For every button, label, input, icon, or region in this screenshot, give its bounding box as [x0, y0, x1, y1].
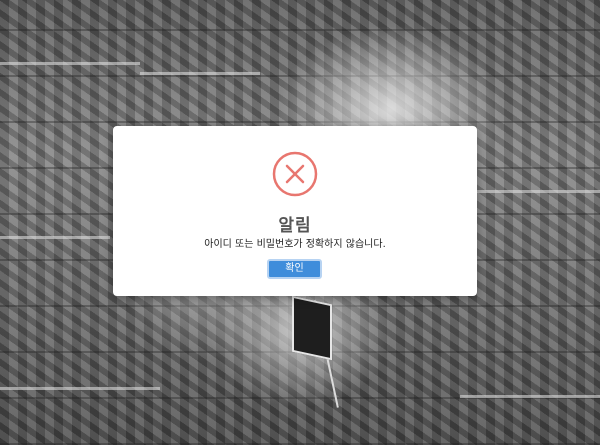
- alert-dialog: 알림 아이디 또는 비밀번호가 정확하지 않습니다. 확인: [113, 126, 477, 296]
- dialog-title: 알림: [278, 216, 312, 236]
- error-x-circle-icon: [272, 151, 318, 197]
- supporter-flag: [292, 295, 332, 361]
- login-page: 알림 아이디 또는 비밀번호가 정확하지 않습니다. 확인: [0, 0, 600, 445]
- confirm-button[interactable]: 확인: [267, 259, 322, 279]
- dialog-message: 아이디 또는 비밀번호가 정확하지 않습니다.: [204, 239, 386, 250]
